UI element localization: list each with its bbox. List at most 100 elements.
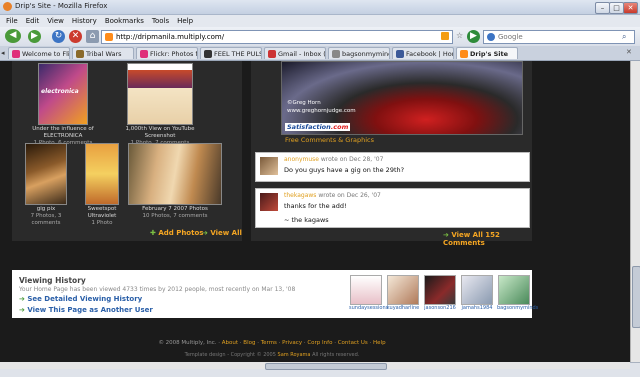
menu-bar: File Edit View History Bookmarks Tools Help	[0, 15, 640, 27]
tab-gmail[interactable]: Gmail - Inbox (6...	[264, 47, 326, 59]
stop-icon[interactable]: ✕	[69, 30, 82, 43]
comment-author[interactable]: anonymuse	[284, 156, 319, 163]
tab-flickr-photos[interactable]: Flickr: Photos fro...	[136, 47, 198, 59]
album-thumbnail-text: electronica	[41, 88, 79, 95]
comments-panel: ©Greg Horn www.greghornjudge.com Satisfa…	[251, 61, 532, 247]
visitor-name[interactable]: sundaysessions	[349, 305, 388, 311]
bookmark-star-icon[interactable]: ☆	[456, 31, 464, 40]
tab-flickr-welcome[interactable]: Welcome to Flick...	[8, 47, 70, 59]
album-thumbnail[interactable]	[25, 143, 67, 205]
close-button[interactable]: ✕	[623, 2, 638, 14]
album-title[interactable]: Sweetspot Ultraviolet	[78, 206, 126, 220]
add-photos-label: Add Photos	[158, 229, 204, 237]
view-all-photos-link[interactable]: ➔ View All	[202, 229, 242, 237]
comment-author[interactable]: thekagaws	[284, 192, 316, 199]
search-bar[interactable]: ⌕	[483, 30, 635, 44]
visitor-item[interactable]: kuyadharline	[386, 275, 420, 311]
footer-link-privacy[interactable]: Privacy	[282, 340, 302, 346]
vertical-scrollbar[interactable]	[630, 61, 640, 362]
tab-bagsonmyminds[interactable]: bagsonmyminds...	[328, 47, 390, 59]
menu-file[interactable]: File	[6, 15, 18, 27]
album-title[interactable]: February 7 2007 Photos	[128, 206, 222, 213]
horizontal-scrollbar[interactable]	[0, 362, 630, 370]
minimize-button[interactable]: –	[595, 2, 610, 14]
menu-view[interactable]: View	[47, 15, 64, 27]
reload-icon[interactable]: ↻	[52, 30, 65, 43]
tab-tribal-wars[interactable]: Tribal Wars	[72, 47, 134, 59]
rss-feed-icon[interactable]	[441, 32, 449, 40]
maximize-button[interactable]: □	[609, 2, 624, 14]
photo-album[interactable]: gig pix 7 Photos, 3 comments	[16, 143, 76, 227]
scrollbar-thumb[interactable]	[265, 363, 387, 370]
tab-drips-site[interactable]: Drip's Site	[456, 47, 518, 59]
photo-album[interactable]: 1,000th View on YouTube Screenshot 1 Pho…	[110, 63, 210, 147]
album-title[interactable]: 1,000th View on YouTube Screenshot	[110, 126, 210, 140]
album-thumbnail[interactable]	[85, 143, 119, 205]
footer-link-blog[interactable]: Blog	[243, 340, 255, 346]
visitor-name[interactable]: bagsonmyminds	[497, 305, 538, 311]
album-thumbnail[interactable]: electronica	[38, 63, 88, 125]
album-title[interactable]: gig pix	[16, 206, 76, 213]
album-count: 1 Photo	[91, 220, 113, 226]
visitor-name[interactable]: jasonson216	[423, 305, 457, 311]
address-bar[interactable]	[101, 30, 453, 44]
scrollbar-thumb[interactable]	[632, 266, 640, 328]
search-icon[interactable]: ⌕	[622, 32, 626, 41]
add-photos-link[interactable]: ✚ Add Photos	[150, 229, 203, 237]
plus-icon: ✚	[150, 229, 156, 237]
menu-history[interactable]: History	[72, 15, 97, 27]
visitor-item[interactable]: sundaysessions	[349, 275, 388, 311]
forward-arrow-icon[interactable]: ▶	[28, 30, 41, 43]
comment-item: thekagaws wrote on Dec 26, '07 thanks fo…	[255, 188, 530, 228]
visitor-avatar[interactable]	[350, 275, 382, 305]
tab-facebook[interactable]: Facebook | Home	[392, 47, 454, 59]
avatar[interactable]	[260, 157, 278, 175]
avatar[interactable]	[260, 193, 278, 211]
album-title[interactable]: Under the influence of ELECTRONICA	[22, 126, 104, 140]
menu-tools[interactable]: Tools	[152, 15, 169, 27]
menu-bookmarks[interactable]: Bookmarks	[105, 15, 144, 27]
view-as-another-user-link[interactable]: ➔ View This Page as Another User	[19, 306, 153, 314]
back-arrow-icon[interactable]: ◀	[5, 29, 21, 43]
footer-link-about[interactable]: About	[222, 340, 238, 346]
viewing-history-panel: Viewing History Your Home Page has been …	[12, 270, 538, 318]
home-icon[interactable]: ⌂	[86, 30, 99, 43]
go-button[interactable]: ▶	[467, 30, 480, 43]
free-graphics-link[interactable]: Free Comments & Graphics	[285, 136, 374, 144]
view-all-comments-link[interactable]: ➔ View All 152 Comments	[443, 231, 532, 247]
comment-text: Do you guys have a gig on the 29th?	[284, 166, 405, 174]
close-tab-icon[interactable]: ✕	[626, 48, 632, 56]
satisfaction-logo[interactable]: Satisfaction.com	[285, 123, 351, 131]
tab-feel-the-pulse[interactable]: FEEL THE PULSE	[200, 47, 262, 59]
designer-link[interactable]: Sam Royama	[278, 352, 311, 358]
visitor-item[interactable]: jasonson216	[423, 275, 457, 311]
rights-text: All rights reserved.	[312, 352, 360, 358]
tab-label: Facebook | Home	[406, 50, 453, 58]
footer-link-corp-info[interactable]: Corp Info	[307, 340, 332, 346]
footer-link-help[interactable]: Help	[373, 340, 386, 346]
menu-help[interactable]: Help	[177, 15, 193, 27]
visitor-avatar[interactable]	[387, 275, 419, 305]
album-thumbnail[interactable]	[127, 63, 193, 125]
visitor-avatar[interactable]	[424, 275, 456, 305]
search-input[interactable]	[498, 31, 618, 42]
comment-item: anonymuse wrote on Dec 28, '07 Do you gu…	[255, 152, 530, 182]
photo-album[interactable]: Sweetspot Ultraviolet 1 Photo	[78, 143, 126, 227]
url-input[interactable]	[116, 31, 436, 42]
visitor-name[interactable]: kuyadharline	[386, 305, 420, 311]
menu-edit[interactable]: Edit	[26, 15, 40, 27]
visitor-item[interactable]: jamahs1984	[460, 275, 494, 311]
photo-album[interactable]: February 7 2007 Photos 10 Photos, 7 comm…	[128, 143, 222, 220]
satisfaction-logo-text: Satisfaction	[287, 123, 331, 131]
visitor-avatar[interactable]	[461, 275, 493, 305]
visitor-avatar[interactable]	[498, 275, 530, 305]
album-thumbnail[interactable]	[128, 143, 222, 205]
page-footer: © 2008 Multiply, Inc. · About · Blog · T…	[12, 337, 532, 361]
view-as-user-label: View This Page as Another User	[27, 306, 153, 314]
visitor-name[interactable]: jamahs1984	[460, 305, 494, 311]
detailed-history-link[interactable]: ➔ See Detailed Viewing History	[19, 295, 142, 303]
photo-album[interactable]: electronica Under the influence of ELECT…	[22, 63, 104, 147]
footer-link-terms[interactable]: Terms	[261, 340, 277, 346]
footer-link-contact[interactable]: Contact Us	[338, 340, 368, 346]
visitor-item[interactable]: bagsonmyminds	[497, 275, 538, 311]
